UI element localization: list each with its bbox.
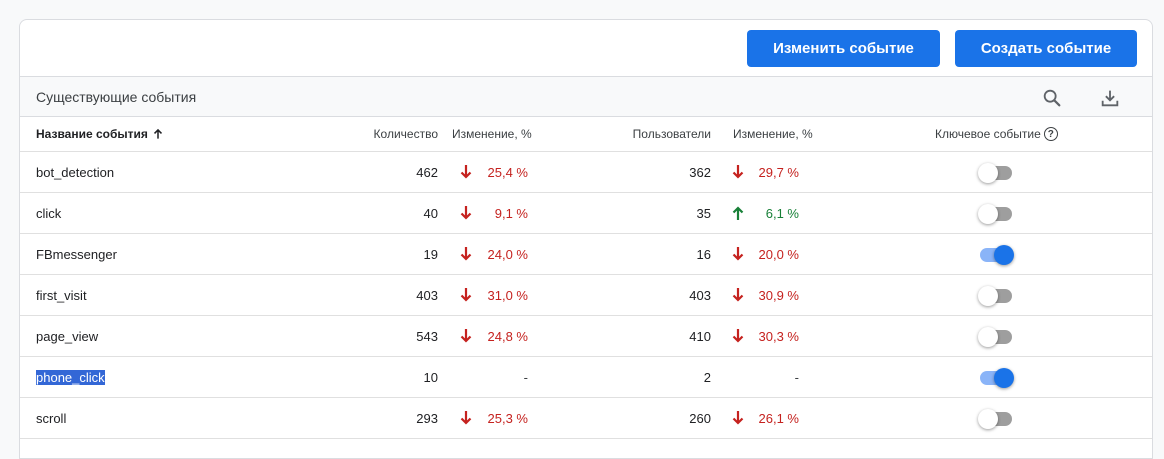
table-row[interactable]: scroll 293 25,3 % 260 26,1 % xyxy=(20,398,1152,439)
key-event-toggle[interactable] xyxy=(978,286,1014,306)
users-count: 16 xyxy=(696,246,711,262)
toggle-knob xyxy=(978,163,998,183)
key-event-toggle[interactable] xyxy=(978,204,1014,224)
users-change: 26,1 % xyxy=(758,410,799,426)
table-row[interactable]: first_visit 403 31,0 % 403 30,9 % xyxy=(20,275,1152,316)
users-change: 30,9 % xyxy=(758,287,799,303)
edit-event-button[interactable]: Изменить событие xyxy=(747,30,940,67)
count-change: 9,1 % xyxy=(494,205,528,221)
users-count: 35 xyxy=(696,205,711,221)
event-name-text: bot_detection xyxy=(36,164,115,180)
count-change: 25,3 % xyxy=(487,410,528,426)
table-row[interactable]: bot_detection 462 25,4 % 362 29,7 % xyxy=(20,152,1152,193)
events-table-body: bot_detection 462 25,4 % 362 29,7 % click 40 9,… xyxy=(20,152,1152,439)
users-count: 410 xyxy=(689,328,711,344)
column-header-name-label: Название события xyxy=(36,127,148,141)
table-row[interactable]: FBmessenger 19 24,0 % 16 20,0 % xyxy=(20,234,1152,275)
users-count: 362 xyxy=(689,164,711,180)
table-column-headers: Название события Количество Изменение, %… xyxy=(20,117,1152,152)
key-event-toggle[interactable] xyxy=(978,368,1014,388)
count-change: 31,0 % xyxy=(487,287,528,303)
column-header-name[interactable]: Название события xyxy=(36,117,165,151)
event-name[interactable]: bot_detection xyxy=(36,152,114,192)
count-change: 24,0 % xyxy=(487,246,528,262)
column-header-count-change[interactable]: Изменение, % xyxy=(452,117,532,151)
search-icon[interactable] xyxy=(1039,85,1065,111)
event-count: 543 xyxy=(416,328,438,344)
toggle-knob xyxy=(994,245,1014,265)
table-row[interactable]: click 40 9,1 % 35 6,1 % xyxy=(20,193,1152,234)
table-row[interactable]: page_view 543 24,8 % 410 30,3 % xyxy=(20,316,1152,357)
event-count: 10 xyxy=(423,369,438,385)
event-name-text: page_view xyxy=(36,328,99,344)
toggle-knob xyxy=(978,204,998,224)
key-event-toggle[interactable] xyxy=(978,327,1014,347)
toggle-knob xyxy=(978,286,998,306)
column-header-key-event-label: Ключевое событие xyxy=(935,127,1041,141)
column-header-users-change[interactable]: Изменение, % xyxy=(733,117,813,151)
count-change: 24,8 % xyxy=(487,328,528,344)
event-count: 19 xyxy=(423,246,438,262)
count-change: 25,4 % xyxy=(487,164,528,180)
users-change: 30,3 % xyxy=(758,328,799,344)
column-header-count[interactable]: Количество xyxy=(374,117,438,151)
help-icon[interactable]: ? xyxy=(1043,127,1058,141)
table-header-bar: Существующие события xyxy=(20,77,1152,117)
users-change: 29,7 % xyxy=(758,164,799,180)
event-name-text: FBmessenger xyxy=(36,246,117,262)
users-change: - xyxy=(794,369,799,385)
event-count: 293 xyxy=(416,410,438,426)
table-row[interactable]: phone_click 10 - 2 - xyxy=(20,357,1152,398)
event-name-text: first_visit xyxy=(36,287,87,303)
count-change: - xyxy=(523,369,528,385)
users-change: 6,1 % xyxy=(765,205,799,221)
toggle-knob xyxy=(994,368,1014,388)
toggle-knob xyxy=(978,409,998,429)
users-count: 2 xyxy=(703,369,711,385)
users-count: 403 xyxy=(689,287,711,303)
key-event-toggle[interactable] xyxy=(978,409,1014,429)
event-count: 40 xyxy=(423,205,438,221)
key-event-toggle[interactable] xyxy=(978,245,1014,265)
sort-ascending-icon xyxy=(153,128,162,139)
event-name[interactable]: page_view xyxy=(36,316,98,356)
event-name-text: scroll xyxy=(36,410,67,426)
event-name-text: phone_click xyxy=(36,369,105,385)
event-name[interactable]: FBmessenger xyxy=(36,234,117,274)
event-name[interactable]: click xyxy=(36,193,61,233)
toggle-knob xyxy=(978,327,998,347)
users-change: 20,0 % xyxy=(758,246,799,262)
event-count: 462 xyxy=(416,164,438,180)
events-card: Изменить событие Создать событие Существ… xyxy=(19,19,1153,459)
column-header-key-event[interactable]: Ключевое событие ? xyxy=(935,117,1058,151)
event-name-text: click xyxy=(36,205,62,221)
event-name[interactable]: scroll xyxy=(36,398,66,438)
create-event-button[interactable]: Создать событие xyxy=(955,30,1137,67)
events-toolbar: Изменить событие Создать событие xyxy=(20,20,1152,77)
download-icon[interactable] xyxy=(1097,85,1123,111)
key-event-toggle[interactable] xyxy=(978,163,1014,183)
event-count: 403 xyxy=(416,287,438,303)
event-name[interactable]: phone_click xyxy=(36,357,105,397)
users-count: 260 xyxy=(689,410,711,426)
event-name[interactable]: first_visit xyxy=(36,275,87,315)
column-header-users[interactable]: Пользователи xyxy=(633,117,711,151)
section-title: Существующие события xyxy=(36,89,197,105)
